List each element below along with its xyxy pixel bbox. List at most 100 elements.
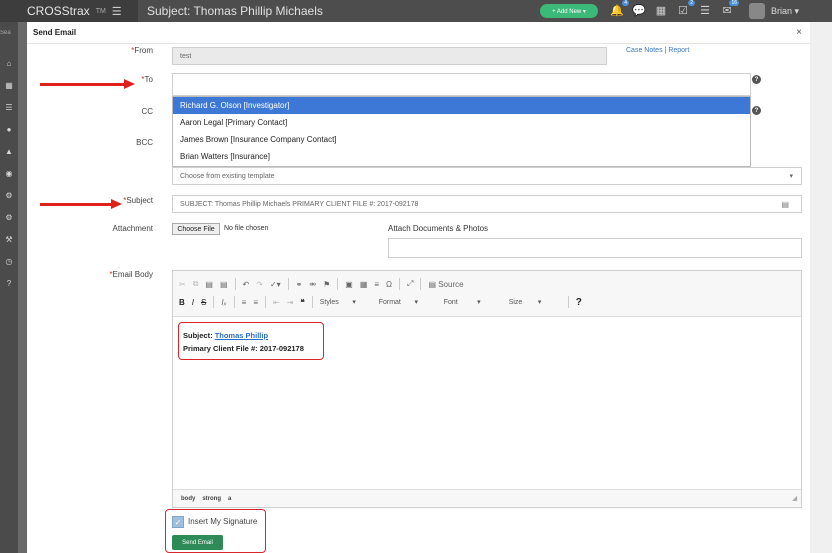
user-icon[interactable]: ●	[0, 118, 18, 140]
editor-toolbar: ✂ ⧉ ▤ ▤ ↶ ↷ ✓▾ ⚭ ⚮ ⚑ ▣ ▦ ≡ Ω ⤢ ▤ Source …	[173, 271, 801, 317]
modal-title: Send Email	[27, 22, 810, 44]
arrowhead-icon	[111, 199, 122, 209]
path-strong[interactable]: strong	[202, 496, 221, 502]
divider	[213, 296, 215, 308]
special-char-icon[interactable]: Ω	[386, 280, 392, 289]
gears-icon[interactable]: ⚙	[0, 206, 18, 228]
styles-select[interactable]: Styles ▾	[320, 298, 372, 306]
hamburger-menu-icon[interactable]: ☰	[112, 5, 122, 18]
indent-icon[interactable]: ⇥	[287, 298, 294, 307]
brand-tm: TM	[95, 7, 106, 15]
divider	[264, 296, 266, 308]
home-icon[interactable]: ⌂	[0, 52, 18, 74]
resize-handle-icon[interactable]: ◢	[792, 495, 797, 502]
case-notes-links: Case Notes | Report	[626, 47, 689, 54]
rich-text-editor: ✂ ⧉ ▤ ▤ ↶ ↷ ✓▾ ⚭ ⚮ ⚑ ▣ ▦ ≡ Ω ⤢ ▤ Source …	[172, 270, 802, 508]
add-new-button[interactable]: + Add New ▾	[540, 4, 598, 18]
help-icon[interactable]: ?	[576, 297, 582, 308]
bulleted-list-icon[interactable]: ≡	[253, 298, 258, 307]
annotation-arrow	[40, 83, 125, 86]
italic-icon[interactable]: I	[192, 298, 194, 307]
size-select[interactable]: Size ▾	[509, 298, 561, 306]
document-icon[interactable]: ▤	[781, 200, 789, 209]
users-icon[interactable]: ◉	[0, 162, 18, 184]
page-title: Subject: Thomas Phillip Michaels	[147, 4, 323, 18]
redo-icon[interactable]: ↷	[256, 280, 263, 289]
cut-icon[interactable]: ✂	[179, 280, 186, 289]
paste-icon[interactable]: ▤	[205, 280, 213, 289]
paste-text-icon[interactable]: ▤	[220, 280, 228, 289]
link-icon[interactable]: ⚭	[296, 280, 303, 289]
numbered-list-icon[interactable]: ≡	[242, 298, 247, 307]
help-icon[interactable]: ?	[752, 106, 761, 115]
avatar	[749, 3, 765, 19]
strike-icon[interactable]: S	[201, 298, 206, 307]
tasks-icon[interactable]: ☰	[698, 4, 712, 17]
source-label: Source	[438, 279, 464, 289]
horizontal-line-icon[interactable]: ≡	[374, 280, 379, 289]
report-link[interactable]: Report	[668, 47, 689, 54]
grid-icon[interactable]: ▦	[0, 74, 18, 96]
insert-signature-checkbox[interactable]: ✓	[172, 516, 184, 528]
divider	[420, 278, 422, 290]
divider	[287, 278, 289, 290]
person-icon[interactable]: ▲	[0, 140, 18, 162]
dropdown-item[interactable]: Richard G. Olson [Investigator]	[173, 97, 750, 114]
to-input[interactable]	[172, 73, 751, 96]
dropdown-item[interactable]: Aaron Legal [Primary Contact]	[173, 114, 750, 131]
clock-icon[interactable]: ◷	[0, 250, 18, 272]
anchor-flag-icon[interactable]: ⚑	[323, 280, 330, 289]
email-body-label: *Email Body	[109, 270, 153, 279]
attach-documents-label: Attach Documents & Photos	[388, 224, 489, 233]
user-menu[interactable]: Brian ▾	[749, 3, 799, 19]
format-select[interactable]: Format ▾	[379, 298, 437, 306]
background-panel	[810, 22, 832, 553]
divider	[234, 278, 236, 290]
source-button[interactable]: ▤ Source	[428, 280, 463, 289]
path-body[interactable]: body	[181, 496, 195, 502]
attach-documents-input[interactable]	[388, 238, 802, 258]
template-select[interactable]: Choose from existing template ▾	[172, 167, 802, 185]
bell-icon[interactable]: 🔔 4	[610, 0, 629, 17]
insert-signature-label: Insert My Signature	[188, 517, 258, 526]
font-select[interactable]: Font ▾	[444, 298, 502, 306]
send-email-button[interactable]: Send Email	[172, 535, 223, 550]
bold-icon[interactable]: B	[179, 298, 185, 307]
help-icon[interactable]: ?	[752, 75, 761, 84]
remove-format-icon[interactable]: Iₓ	[221, 298, 226, 307]
sidebar-search-stub[interactable]: Sea	[0, 30, 18, 36]
template-placeholder: Choose from existing template	[180, 172, 275, 180]
mail-icon[interactable]: ✉ 16	[720, 0, 739, 17]
gear-icon[interactable]: ⚙	[0, 184, 18, 206]
outdent-icon[interactable]: ⇤	[273, 298, 280, 307]
toolbar-row-1: ✂ ⧉ ▤ ▤ ↶ ↷ ✓▾ ⚭ ⚮ ⚑ ▣ ▦ ≡ Ω ⤢ ▤ Source	[179, 275, 795, 293]
unlink-icon[interactable]: ⚮	[309, 280, 316, 289]
checklist-icon[interactable]: ☑ 2	[676, 0, 695, 17]
divider	[399, 278, 401, 290]
close-icon[interactable]: ×	[796, 27, 802, 38]
user-name: Brian ▾	[771, 5, 800, 16]
messages-badge: 16	[729, 0, 739, 6]
dropdown-item[interactable]: Brian Watters [Insurance]	[173, 148, 750, 165]
path-a[interactable]: a	[228, 496, 231, 502]
list-icon[interactable]: ☰	[0, 96, 18, 118]
undo-icon[interactable]: ↶	[243, 280, 250, 289]
help-icon[interactable]: ?	[0, 272, 18, 294]
brand-logo[interactable]: CROSStrax TM ☰	[0, 0, 138, 22]
tools-icon[interactable]: ⚒	[0, 228, 18, 250]
copy-icon[interactable]: ⧉	[193, 279, 199, 289]
arrowhead-icon	[124, 79, 135, 89]
choose-file-button[interactable]: Choose File	[172, 223, 220, 235]
cc-label: CC	[141, 107, 153, 116]
chat-icon[interactable]: 💬	[632, 4, 646, 17]
blockquote-icon[interactable]: ❝	[300, 298, 304, 307]
case-notes-link[interactable]: Case Notes	[626, 47, 663, 54]
dropdown-item[interactable]: James Brown [Insurance Company Contact]	[173, 131, 750, 148]
maximize-icon[interactable]: ⤢	[407, 279, 413, 289]
table-icon[interactable]: ▦	[360, 280, 368, 289]
spellcheck-icon[interactable]: ✓▾	[270, 280, 281, 289]
subject-input[interactable]: SUBJECT: Thomas Phillip Michaels PRIMARY…	[172, 195, 802, 213]
from-field[interactable]: test	[172, 47, 607, 65]
calendar-icon[interactable]: ▦	[654, 4, 668, 17]
image-icon[interactable]: ▣	[345, 280, 353, 289]
